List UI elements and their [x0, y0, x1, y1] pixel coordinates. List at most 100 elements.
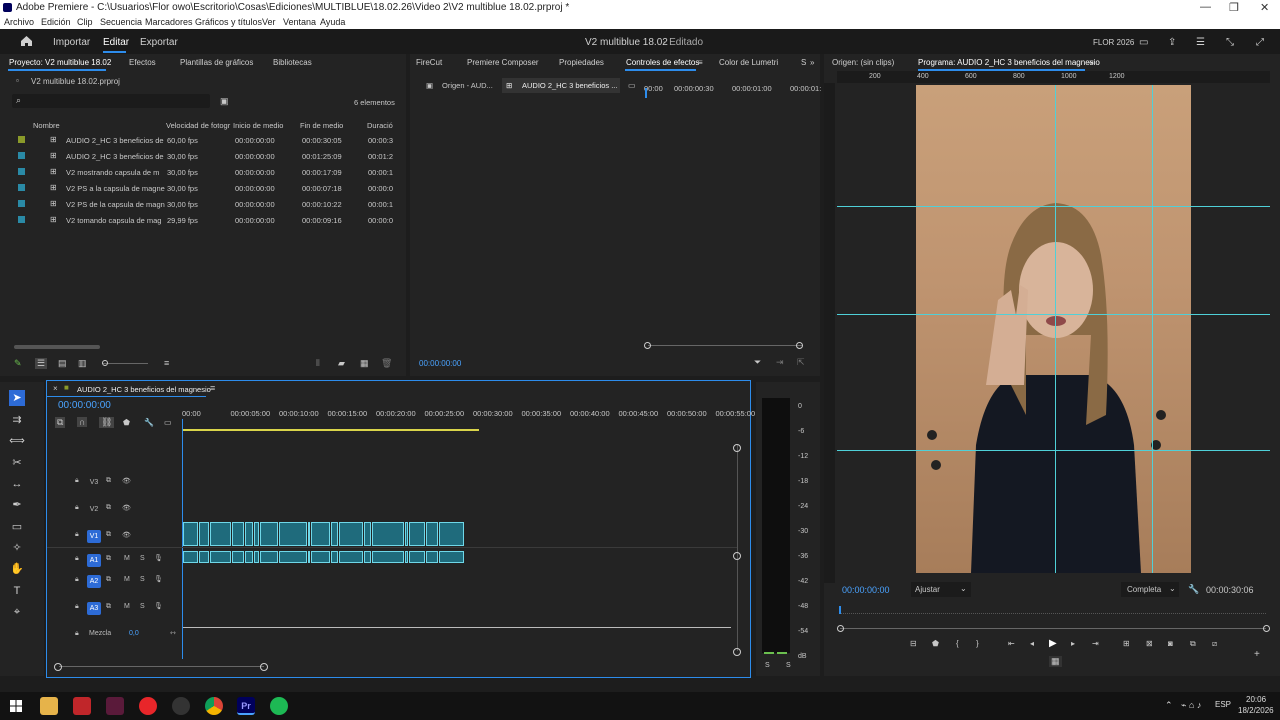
video-clip[interactable] — [199, 522, 209, 546]
mute-button[interactable]: M — [124, 576, 130, 583]
solo-button[interactable]: S — [140, 603, 145, 610]
video-clip[interactable] — [439, 522, 464, 546]
clock-time[interactable]: 20:06 — [1246, 695, 1266, 704]
timeline-menu-icon[interactable]: ≡ — [210, 383, 215, 393]
work-area-bar[interactable] — [183, 429, 479, 431]
tab-programa[interactable]: Programa: AUDIO 2_HC 3 beneficios del ma… — [918, 58, 1100, 67]
app-icon[interactable] — [139, 697, 157, 715]
list-item[interactable]: ⊞ V2 mostrando capsula de m 30,00 fps 00:00… — [14, 164, 404, 180]
scroll-handle[interactable] — [733, 648, 741, 656]
program-zoom-bar[interactable] — [840, 628, 1266, 629]
mix-value[interactable]: 0,0 — [129, 630, 139, 637]
guide-line[interactable] — [837, 450, 1270, 451]
audio-clip[interactable] — [308, 551, 310, 563]
effects-scrollbar[interactable] — [648, 345, 802, 346]
tab-bibliotecas[interactable]: Bibliotecas — [273, 58, 312, 67]
pencil-icon[interactable]: ✎ — [14, 358, 22, 369]
microphone-icon[interactable]: 🎙︎ — [154, 554, 163, 562]
sync-lock-icon[interactable]: ⧉ — [106, 603, 111, 611]
audio-clip[interactable] — [339, 551, 363, 563]
label-color-swatch[interactable] — [18, 136, 25, 143]
sort-icon[interactable]: ≡ — [164, 358, 169, 368]
video-clip[interactable] — [260, 522, 278, 546]
minimize-icon[interactable]: — — [1200, 1, 1211, 13]
video-clip[interactable] — [405, 522, 408, 546]
audio-clip[interactable] — [199, 551, 209, 563]
sync-lock-icon[interactable]: ⧉ — [106, 504, 111, 512]
audio-clip[interactable] — [279, 551, 307, 563]
menu-clip[interactable]: Clip — [77, 17, 93, 27]
compare-icon[interactable]: ⧉ — [1190, 639, 1196, 649]
scroll-handle[interactable] — [733, 444, 741, 452]
lock-icon[interactable]: 🔒︎ — [75, 555, 79, 563]
horizontal-scrollbar[interactable] — [14, 345, 100, 349]
spotify-icon[interactable] — [270, 697, 288, 715]
hand-tool-icon[interactable]: ✋ — [9, 561, 25, 577]
menu-graficos[interactable]: Gráficos y títulos — [195, 17, 262, 27]
chrome-icon[interactable] — [205, 697, 223, 715]
zoom-handle-left[interactable] — [837, 625, 844, 632]
col-inicio[interactable]: Inicio de medio — [233, 121, 283, 130]
trash-icon[interactable]: 🗑 — [381, 358, 392, 369]
snap-icon[interactable]: ∩ — [77, 417, 88, 427]
importar-tab[interactable]: Importar — [53, 37, 90, 48]
panel-toggle-icon[interactable]: ▭ — [628, 81, 636, 90]
menu-edicion[interactable]: Edición — [41, 17, 71, 27]
new-bin-icon[interactable]: ▣ — [220, 96, 229, 107]
tab-s[interactable]: S — [801, 58, 806, 67]
selection-tool-icon[interactable]: ➤ — [9, 390, 25, 406]
timeline-zoom-bar[interactable] — [59, 666, 264, 667]
guide-line[interactable] — [837, 206, 1270, 207]
menu-secuencia[interactable]: Secuencia — [100, 17, 142, 27]
guide-line[interactable] — [1055, 85, 1056, 573]
app-icon[interactable] — [73, 697, 91, 715]
share-icon[interactable]: ⇪ — [1168, 37, 1176, 48]
premiere-taskbar-icon[interactable]: Pr — [237, 697, 255, 715]
rectangle-tool-icon[interactable]: ▭ — [9, 519, 25, 535]
caption-tool-icon[interactable]: ⌖ — [9, 604, 25, 620]
video-clip[interactable] — [339, 522, 363, 546]
label-color-swatch[interactable] — [18, 200, 25, 207]
timeline-timecode[interactable]: 00:00:00:00 — [58, 400, 111, 411]
effects-ruler[interactable]: 00:00 00:00:00:30 00:00:01:00 00:00:01: — [644, 82, 821, 94]
trim-icon[interactable]: ⧄ — [1212, 639, 1217, 649]
list-item[interactable]: ⊞ V2 PS a la capsula de magne 30,00 fps 00:… — [14, 180, 404, 196]
sync-lock-icon[interactable]: ⧉ — [106, 576, 111, 584]
video-clip[interactable] — [426, 522, 438, 546]
audio-clip[interactable] — [331, 551, 338, 563]
overwrite-icon[interactable]: ⊠ — [1146, 639, 1153, 648]
menu-ayuda[interactable]: Ayuda — [320, 17, 345, 27]
track-divider[interactable] — [47, 547, 737, 548]
zoom-slider[interactable] — [102, 363, 148, 364]
restore-icon[interactable]: ❐ — [1229, 1, 1239, 14]
label-color-swatch[interactable] — [18, 184, 25, 191]
insert-icon[interactable]: ⊞ — [1123, 639, 1130, 648]
eye-icon[interactable]: 👁︎ — [122, 531, 131, 539]
label-color-swatch[interactable] — [18, 168, 25, 175]
guide-line[interactable] — [1152, 85, 1153, 573]
guide-line[interactable] — [837, 314, 1270, 315]
file-explorer-icon[interactable] — [40, 697, 58, 715]
zoom-fit-icon[interactable]: ⤡ — [1226, 37, 1234, 48]
tab-lumetri[interactable]: Color de Lumetri — [719, 58, 778, 67]
lock-icon[interactable]: 🔒︎ — [75, 603, 79, 611]
nest-icon[interactable]: ⧉ — [55, 417, 66, 428]
icon-view-icon[interactable]: ▤ — [58, 358, 67, 369]
exportar-tab[interactable]: Exportar — [140, 37, 178, 48]
vertical-scrollbar[interactable] — [737, 445, 738, 651]
timeline-ruler[interactable]: 00:00 00:00:05:00 00:00:10:00 00:00:15:00 00… — [182, 407, 755, 421]
tab-propiedades[interactable]: Propiedades — [559, 58, 604, 67]
search-input[interactable]: ⌕ — [12, 94, 210, 108]
track-select-icon[interactable]: ⇉ — [9, 412, 25, 428]
col-nombre[interactable]: Nombre — [33, 121, 60, 130]
ripple-edit-icon[interactable]: ⟺ — [9, 433, 25, 449]
clock-date[interactable]: 18/2/2026 — [1238, 706, 1274, 715]
audio-clip[interactable] — [372, 551, 404, 563]
label-color-swatch[interactable] — [18, 152, 25, 159]
col-fin[interactable]: Fin de medio — [300, 121, 343, 130]
mute-button[interactable]: M — [124, 555, 130, 562]
tab-premiere-composer[interactable]: Premiere Composer — [467, 58, 539, 67]
go-to-out-icon[interactable]: ⇥ — [1092, 639, 1099, 648]
track-target-v2[interactable]: V2 — [87, 503, 101, 516]
language-indicator[interactable]: ESP — [1215, 700, 1231, 709]
